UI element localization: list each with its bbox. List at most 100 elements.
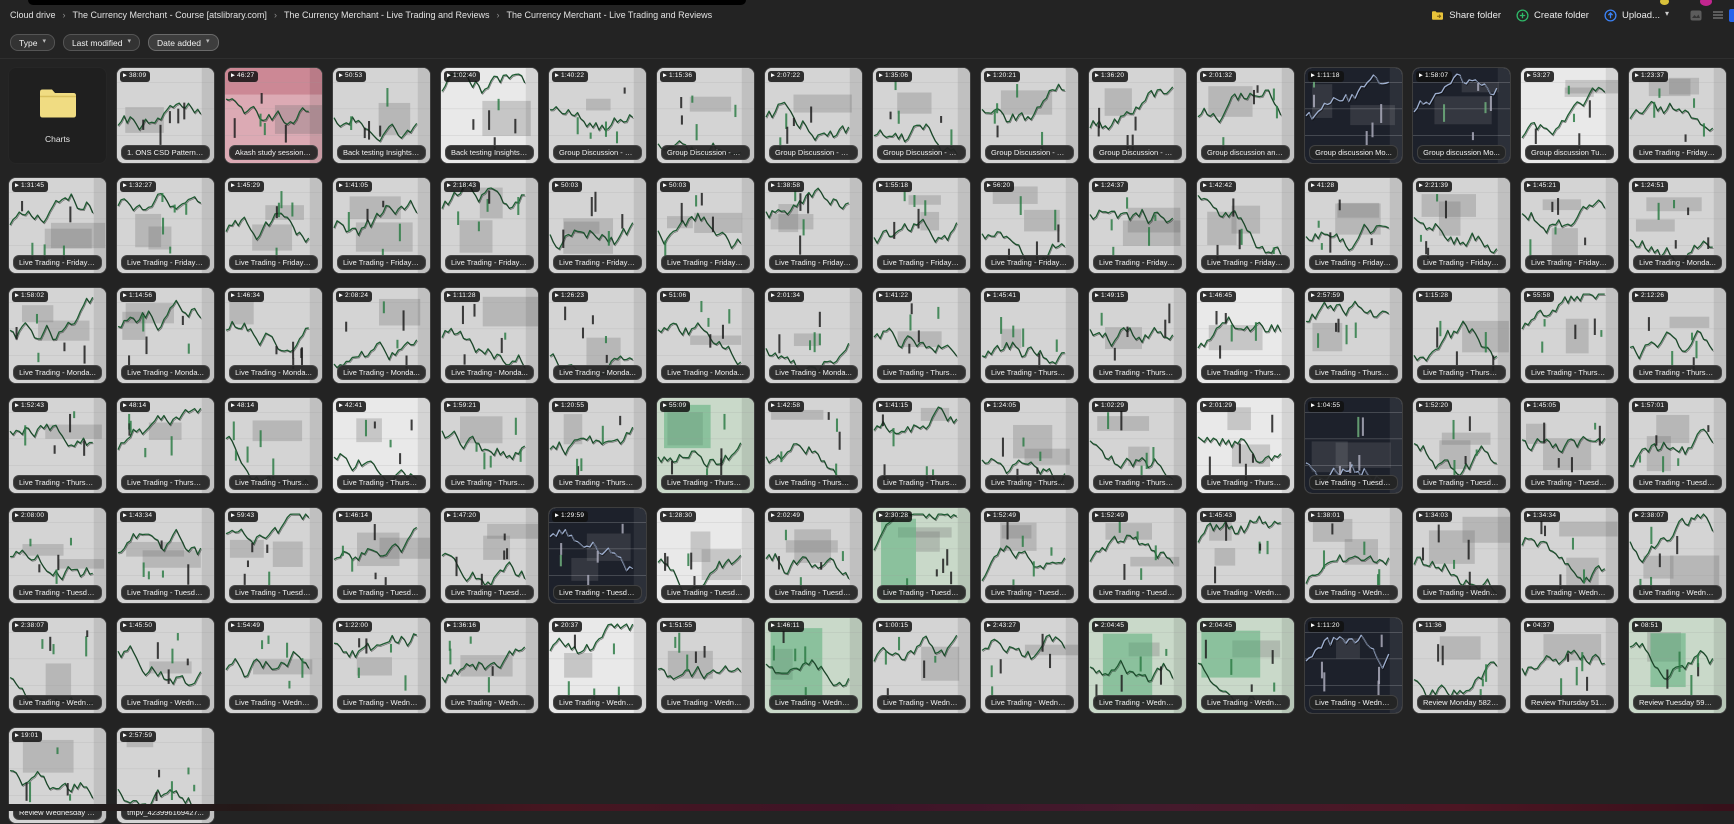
video-file-card[interactable]: ▶ 1:04:55 Live Trading - Tuesday... <box>1304 397 1403 494</box>
video-file-card[interactable]: ▶ 1:45:21 Live Trading - Friday (... <box>1520 177 1619 274</box>
video-file-card[interactable]: ▶ 55:58 Live Trading - Thursda... <box>1520 287 1619 384</box>
video-file-card[interactable]: ▶ 1:41:15 Live Trading - Thursda... <box>872 397 971 494</box>
video-file-card[interactable]: ▶ 1:41:05 Live Trading - Friday (... <box>332 177 431 274</box>
edge-blue-toggle[interactable] <box>1729 9 1734 22</box>
video-file-card[interactable]: ▶ 46:27 Akash study session - ... <box>224 67 323 164</box>
video-file-card[interactable]: ▶ 1:46:11 Live Trading - Wednes... <box>764 617 863 714</box>
video-file-card[interactable]: ▶ 59:43 Live Trading - Tuesday... <box>224 507 323 604</box>
create-folder-button[interactable]: Create folder <box>1516 9 1589 22</box>
video-file-card[interactable]: ▶ 2:01:29 Live Trading - Thursda... <box>1196 397 1295 494</box>
video-file-card[interactable]: ▶ 2:01:34 Live Trading - Monda... <box>764 287 863 384</box>
video-file-card[interactable]: ▶ 53:27 Group discussion Tue... <box>1520 67 1619 164</box>
video-file-card[interactable]: ▶ 1:28:30 Live Trading - Tuesday... <box>656 507 755 604</box>
video-file-card[interactable]: ▶ 55:09 Live Trading - Thursda... <box>656 397 755 494</box>
video-file-card[interactable]: ▶ 1:52:20 Live Trading - Tuesday... <box>1412 397 1511 494</box>
folder-card[interactable]: Charts <box>8 67 107 164</box>
video-file-card[interactable]: ▶ 1:54:49 Live Trading - Wednes... <box>224 617 323 714</box>
video-file-card[interactable]: ▶ 1:42:58 Live Trading - Thursda... <box>764 397 863 494</box>
video-file-card[interactable]: ▶ 51:06 Live Trading - Monda... <box>656 287 755 384</box>
video-file-card[interactable]: ▶ 08:51 Review Tuesday 5920... <box>1628 617 1727 714</box>
video-file-card[interactable]: ▶ 1:02:40 Back testing Insights- ... <box>440 67 539 164</box>
video-file-card[interactable]: ▶ 1:58:02 Live Trading - Monda... <box>8 287 107 384</box>
breadcrumb-item[interactable]: Cloud drive <box>10 10 56 20</box>
video-file-card[interactable]: ▶ 1:20:21 Group Discussion - Tu... <box>980 67 1079 164</box>
video-file-card[interactable]: ▶ 1:59:21 Live Trading - Thursda... <box>440 397 539 494</box>
video-file-card[interactable]: ▶ 1:52:49 Live Trading - Tuesday... <box>980 507 1079 604</box>
video-file-card[interactable]: ▶ 1:02:29 Live Trading - Thursda... <box>1088 397 1187 494</box>
video-file-card[interactable]: ▶ 2:12:26 Live Trading - Thursda... <box>1628 287 1727 384</box>
upload-button[interactable]: Upload... ▾ <box>1604 9 1669 22</box>
video-file-card[interactable]: ▶ 1:24:05 Live Trading - Thursda... <box>980 397 1079 494</box>
video-file-card[interactable]: ▶ 1:41:22 Live Trading - Thursda... <box>872 287 971 384</box>
video-file-card[interactable]: ▶ 2:08:24 Live Trading - Monda... <box>332 287 431 384</box>
video-file-card[interactable]: ▶ 56:20 Live Trading - Friday (... <box>980 177 1079 274</box>
video-file-card[interactable]: ▶ 1:34:03 Live Trading - Wednes... <box>1412 507 1511 604</box>
video-file-card[interactable]: ▶ 1:58:07 Group discussion Mo... <box>1412 67 1511 164</box>
video-file-card[interactable]: ▶ 2:30:28 Live Trading - Tuesday... <box>872 507 971 604</box>
video-file-card[interactable]: ▶ 50:03 Live Trading - Friday (... <box>548 177 647 274</box>
video-file-card[interactable]: ▶ 1:45:41 Live Trading - Thursda... <box>980 287 1079 384</box>
video-file-card[interactable]: ▶ 1:35:06 Group Discussion - Su... <box>872 67 971 164</box>
grid-view-icon[interactable] <box>1690 10 1702 21</box>
video-file-card[interactable]: ▶ 1:40:22 Group Discussion - Fr... <box>548 67 647 164</box>
video-file-card[interactable]: ▶ 2:02:49 Live Trading - Tuesday... <box>764 507 863 604</box>
video-file-card[interactable]: ▶ 1:31:45 Live Trading - Friday (... <box>8 177 107 274</box>
video-file-card[interactable]: ▶ 2:43:27 Live Trading - Wednes... <box>980 617 1079 714</box>
video-file-card[interactable]: ▶ 1:55:18 Live Trading - Friday (... <box>872 177 971 274</box>
video-file-card[interactable]: ▶ 1:00:15 Live Trading - Wednes... <box>872 617 971 714</box>
video-file-card[interactable]: ▶ 1:11:20 Live Trading - Wednes... <box>1304 617 1403 714</box>
filter-pill[interactable]: Date added ▾ <box>148 34 218 51</box>
video-file-card[interactable]: ▶ 1:36:20 Group Discussion - Tu... <box>1088 67 1187 164</box>
video-file-card[interactable]: ▶ 2:57:59 Live Trading - Thursda... <box>1304 287 1403 384</box>
video-file-card[interactable]: ▶ 1:29:59 Live Trading - Tuesday... <box>548 507 647 604</box>
video-file-card[interactable]: ▶ 1:46:45 Live Trading - Thursda... <box>1196 287 1295 384</box>
video-file-card[interactable]: ▶ 2:04:45 Live Trading - Wednes... <box>1088 617 1187 714</box>
video-file-card[interactable]: ▶ 1:46:34 Live Trading - Monda... <box>224 287 323 384</box>
video-file-card[interactable]: ▶ 1:24:37 Live Trading - Friday (... <box>1088 177 1187 274</box>
video-file-card[interactable]: ▶ 1:24:51 Live Trading - Monda... <box>1628 177 1727 274</box>
video-file-card[interactable]: ▶ 48:14 Live Trading - Thursda... <box>116 397 215 494</box>
video-file-card[interactable]: ▶ 2:38:07 Live Trading - Wednes... <box>8 617 107 714</box>
video-file-card[interactable]: ▶ 1:52:43 Live Trading - Thursda... <box>8 397 107 494</box>
video-file-card[interactable]: ▶ 2:08:00 Live Trading - Tuesday... <box>8 507 107 604</box>
upload-chevron-down-icon[interactable]: ▾ <box>1665 10 1669 18</box>
share-folder-button[interactable]: Share folder <box>1431 10 1501 21</box>
video-file-card[interactable]: ▶ 20:37 Live Trading - Wednes... <box>548 617 647 714</box>
video-file-card[interactable]: ▶ 1:45:50 Live Trading - Wednes... <box>116 617 215 714</box>
video-file-card[interactable]: ▶ 2:07:22 Group Discussion - M... <box>764 67 863 164</box>
video-file-card[interactable]: ▶ 1:38:01 Live Trading - Wednes... <box>1304 507 1403 604</box>
video-file-card[interactable]: ▶ 1:15:28 Live Trading - Thursda... <box>1412 287 1511 384</box>
breadcrumb-item[interactable]: The Currency Merchant - Live Trading and… <box>507 10 713 20</box>
video-file-card[interactable]: ▶ 1:14:56 Live Trading - Monda... <box>116 287 215 384</box>
video-file-card[interactable]: ▶ 50:53 Back testing Insights- ... <box>332 67 431 164</box>
filter-pill[interactable]: Last modified ▾ <box>63 34 140 51</box>
video-file-card[interactable]: ▶ 1:20:55 Live Trading - Thursda... <box>548 397 647 494</box>
video-file-card[interactable]: ▶ 1:22:00 Live Trading - Wednes... <box>332 617 431 714</box>
video-file-card[interactable]: ▶ 48:14 Live Trading - Thursda... <box>224 397 323 494</box>
video-file-card[interactable]: ▶ 1:45:43 Live Trading - Wednes... <box>1196 507 1295 604</box>
video-file-card[interactable]: ▶ 1:34:34 Live Trading - Wednes... <box>1520 507 1619 604</box>
video-file-card[interactable]: ▶ 1:51:55 Live Trading - Wednes... <box>656 617 755 714</box>
video-file-card[interactable]: ▶ 1:11:18 Group discussion Mo... <box>1304 67 1403 164</box>
video-file-card[interactable]: ▶ 1:52:49 Live Trading - Tuesday... <box>1088 507 1187 604</box>
video-file-card[interactable]: ▶ 2:21:39 Live Trading - Friday (... <box>1412 177 1511 274</box>
breadcrumb-item[interactable]: The Currency Merchant - Live Trading and… <box>284 10 490 20</box>
video-file-card[interactable]: ▶ 1:45:29 Live Trading - Friday (... <box>224 177 323 274</box>
video-file-card[interactable]: ▶ 42:41 Live Trading - Thursda... <box>332 397 431 494</box>
video-file-card[interactable]: ▶ 11:36 Review Monday 5820... <box>1412 617 1511 714</box>
video-file-card[interactable]: ▶ 1:26:23 Live Trading - Monda... <box>548 287 647 384</box>
video-file-card[interactable]: ▶ 38:09 1. ONS CSD Pattern ... <box>116 67 215 164</box>
video-file-card[interactable]: ▶ 2:18:43 Live Trading - Friday (... <box>440 177 539 274</box>
video-file-card[interactable]: ▶ 2:01:32 Group discussion and ... <box>1196 67 1295 164</box>
video-file-card[interactable]: ▶ 1:42:42 Live Trading - Friday (... <box>1196 177 1295 274</box>
video-file-card[interactable]: ▶ 04:37 Review Thursday 510... <box>1520 617 1619 714</box>
video-file-card[interactable]: ▶ 1:38:58 Live Trading - Friday (... <box>764 177 863 274</box>
video-file-card[interactable]: ▶ 1:15:36 Group Discussion - M... <box>656 67 755 164</box>
video-file-card[interactable]: ▶ 1:23:37 Live Trading - Friday (... <box>1628 67 1727 164</box>
video-file-card[interactable]: ▶ 1:36:16 Live Trading - Wednes... <box>440 617 539 714</box>
filter-pill[interactable]: Type ▾ <box>10 34 55 51</box>
video-file-card[interactable]: ▶ 1:46:14 Live Trading - Tuesday... <box>332 507 431 604</box>
video-file-card[interactable]: ▶ 41:28 Live Trading - Friday (... <box>1304 177 1403 274</box>
video-file-card[interactable]: ▶ 1:43:34 Live Trading - Tuesday... <box>116 507 215 604</box>
video-file-card[interactable]: ▶ 2:38:07 Live Trading - Wednes... <box>1628 507 1727 604</box>
